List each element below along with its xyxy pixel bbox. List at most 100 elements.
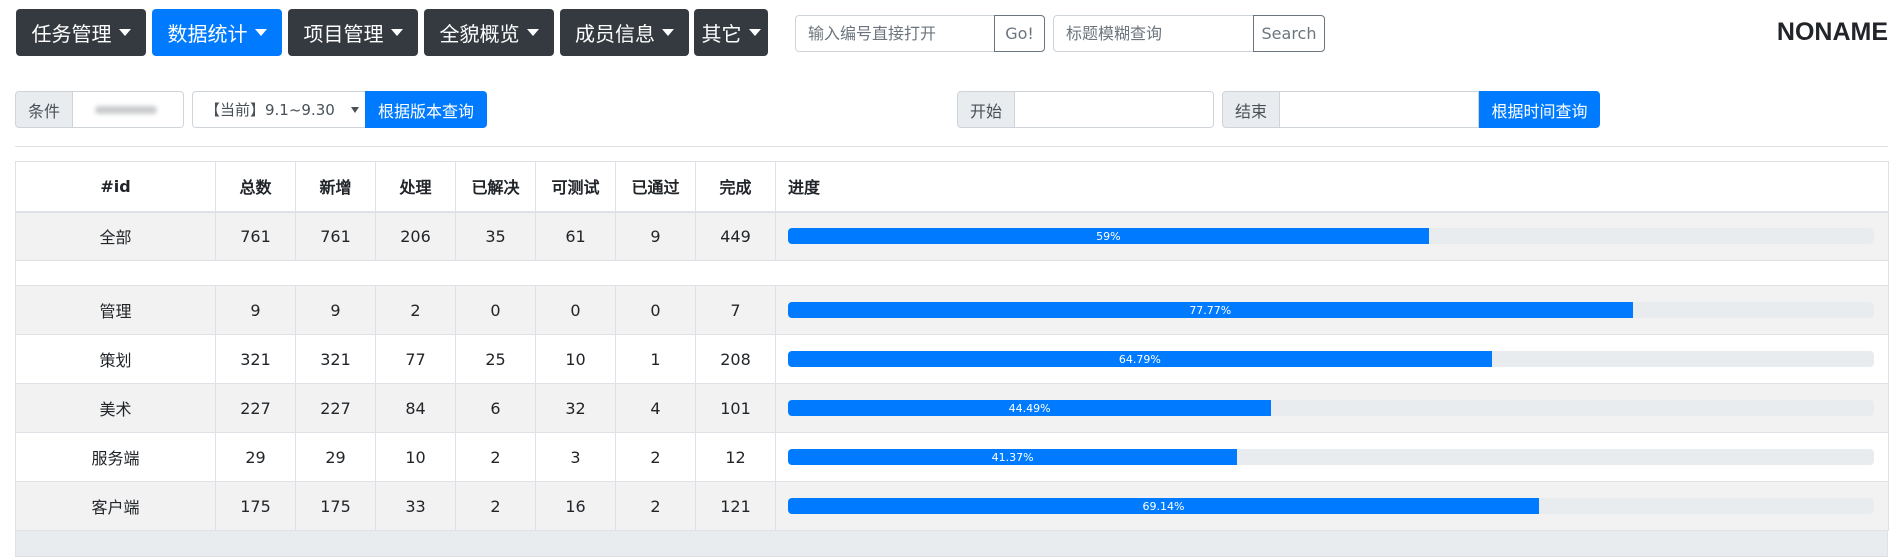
table-cell: 3 [535, 432, 616, 482]
select-arrow-icon [351, 107, 359, 113]
search-button[interactable]: Search [1253, 15, 1325, 52]
progress-track: 59% [788, 228, 1874, 245]
column-header[interactable]: 可测试 [535, 161, 616, 213]
column-header[interactable]: 总数 [215, 161, 296, 213]
caret-down-icon [254, 29, 267, 36]
top-navbar: 任务管理 数据统计 项目管理 全貌概览 成员信息 其它 Go! Search N… [0, 0, 1902, 66]
table-cell: 9 [615, 211, 696, 261]
progress-cell: 59% [775, 211, 1889, 261]
table-footer-row [15, 531, 1888, 557]
progress-cell: 77.77% [775, 285, 1889, 335]
go-button[interactable]: Go! [994, 15, 1045, 52]
brand-title: NONAME [1776, 18, 1888, 46]
table-cell: 0 [535, 285, 616, 335]
progress-bar: 77.77% [788, 302, 1633, 318]
menu-label: 成员信息 [575, 22, 655, 46]
table-cell: 32 [535, 383, 616, 433]
menu-label: 数据统计 [167, 22, 248, 46]
menu-member-info[interactable]: 成员信息 [560, 9, 689, 56]
table-cell: 77 [375, 334, 456, 384]
title-search-input[interactable] [1053, 15, 1254, 52]
progress-cell: 69.14% [775, 481, 1889, 531]
table-cell: 227 [295, 383, 376, 433]
table-cell: 84 [375, 383, 456, 433]
table-cell: 10 [535, 334, 616, 384]
table-cell: 16 [535, 481, 616, 531]
progress-cell: 44.49% [775, 383, 1889, 433]
progress-cell: 41.37% [775, 432, 1889, 482]
table-cell: 761 [295, 211, 376, 261]
query-by-time-button[interactable]: 根据时间查询 [1479, 91, 1600, 128]
progress-bar: 44.49% [788, 400, 1272, 416]
table-row: 管理 9 9 2 0 0 0 7 77.77% [15, 285, 1889, 335]
progress-cell: 64.79% [775, 334, 1889, 384]
menu-overview[interactable]: 全貌概览 [424, 9, 554, 56]
column-header[interactable]: 新增 [295, 161, 376, 213]
end-date-input[interactable] [1280, 91, 1479, 128]
column-header[interactable]: #id [15, 161, 216, 213]
table-cell: 0 [615, 285, 696, 335]
table-cell: 321 [295, 334, 376, 384]
menu-other[interactable]: 其它 [694, 9, 768, 56]
divider [15, 146, 1888, 147]
table-cell: 61 [535, 211, 616, 261]
progress-bar: 41.37% [788, 449, 1238, 465]
spacer-cell [15, 260, 1889, 286]
progress-track: 69.14% [788, 498, 1874, 514]
condition-label: 条件 [15, 91, 73, 128]
table-cell: 0 [455, 285, 536, 335]
progress-track: 77.77% [788, 302, 1874, 318]
start-label: 开始 [957, 91, 1015, 128]
condition-field[interactable] [73, 91, 184, 128]
table-cell: 4 [615, 383, 696, 433]
table-cell: 101 [695, 383, 776, 433]
table-cell: 206 [375, 211, 456, 261]
caret-down-icon [662, 29, 674, 36]
statistics-table: #id 总数 新增 处理 已解决 可测试 已通过 完成 进度 全部 761 76… [15, 161, 1889, 531]
table-cell: 35 [455, 211, 536, 261]
progress-bar: 64.79% [788, 351, 1492, 367]
end-label: 结束 [1222, 91, 1280, 128]
menu-label: 项目管理 [303, 22, 384, 46]
menu-label: 全貌概览 [439, 22, 520, 46]
menu-data-statistics[interactable]: 数据统计 [152, 9, 282, 56]
table-cell: 服务端 [15, 432, 216, 482]
caret-down-icon [748, 29, 761, 36]
table-cell: 美术 [15, 383, 216, 433]
column-header[interactable]: 已通过 [615, 161, 696, 213]
table-cell: 9 [295, 285, 376, 335]
progress-bar: 59% [788, 228, 1429, 245]
table-cell: 33 [375, 481, 456, 531]
table-cell: 121 [695, 481, 776, 531]
table-row: 策划 321 321 77 25 10 1 208 64.79% [15, 334, 1889, 384]
table-cell: 2 [375, 285, 456, 335]
table-cell: 1 [615, 334, 696, 384]
menu-task-management[interactable]: 任务管理 [16, 9, 146, 56]
table-cell: 29 [215, 432, 296, 482]
menu-label: 任务管理 [31, 22, 112, 46]
table-cell: 客户端 [15, 481, 216, 531]
column-header[interactable]: 已解决 [455, 161, 536, 213]
version-select[interactable]: 【当前】9.1~9.30 [192, 91, 366, 128]
menu-label: 其它 [701, 22, 742, 46]
query-by-version-button[interactable]: 根据版本查询 [365, 91, 487, 128]
column-header[interactable]: 进度 [775, 161, 1889, 213]
table-cell: 761 [215, 211, 296, 261]
menu-project-management[interactable]: 项目管理 [288, 9, 418, 56]
table-cell: 2 [615, 481, 696, 531]
spacer-row [15, 260, 1889, 286]
table-cell: 策划 [15, 334, 216, 384]
column-header[interactable]: 处理 [375, 161, 456, 213]
redacted-value [95, 106, 157, 114]
start-date-input[interactable] [1015, 91, 1214, 128]
id-search-input[interactable] [795, 15, 995, 52]
caret-down-icon [526, 29, 539, 36]
table-row: 服务端 29 29 10 2 3 2 12 41.37% [15, 432, 1889, 482]
progress-track: 44.49% [788, 400, 1874, 416]
progress-track: 41.37% [788, 449, 1874, 465]
table-cell: 全部 [15, 211, 216, 261]
table-cell: 29 [295, 432, 376, 482]
table-row: 美术 227 227 84 6 32 4 101 44.49% [15, 383, 1889, 433]
table-cell: 9 [215, 285, 296, 335]
column-header[interactable]: 完成 [695, 161, 776, 213]
